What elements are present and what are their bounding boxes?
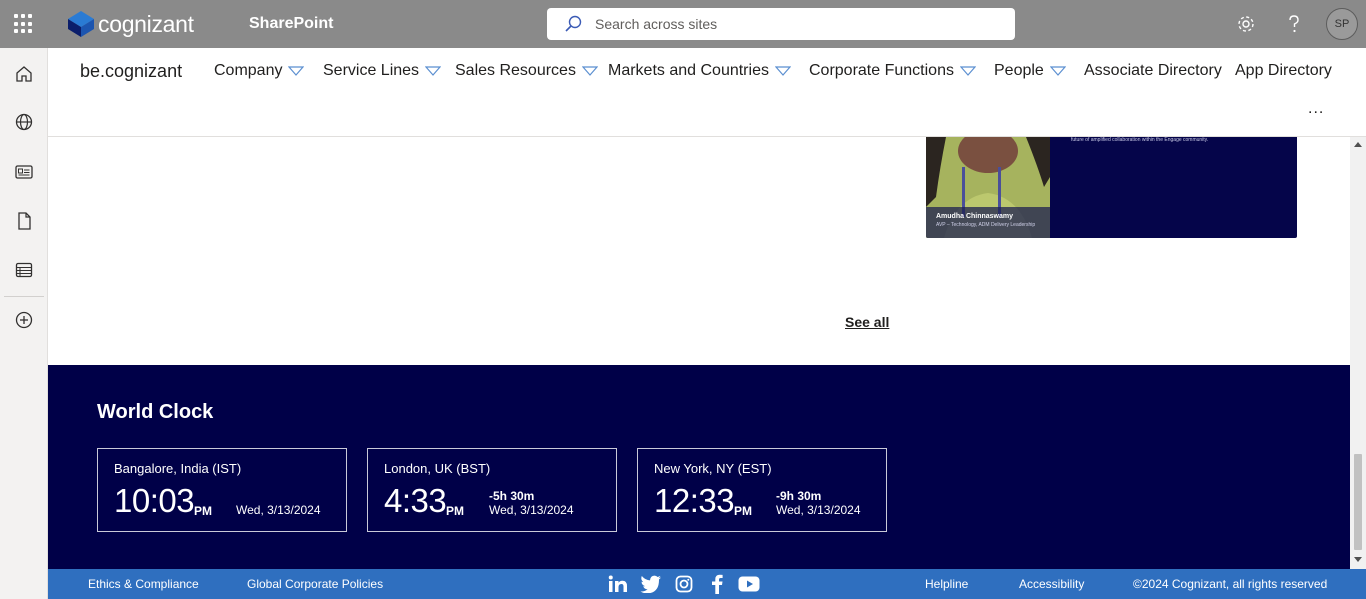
scroll-up-arrow-icon[interactable] (1354, 142, 1362, 147)
nav-item-label: Sales Resources (455, 62, 576, 79)
clock-time: 4:33 (384, 482, 447, 519)
nav-item-company[interactable]: Company (214, 62, 305, 80)
nav-item-label: Company (214, 62, 283, 79)
nav-item-label: Markets and Countries (608, 62, 769, 79)
avatar[interactable]: SP (1326, 8, 1358, 40)
left-app-bar (0, 48, 48, 599)
clock-ampm: PM (194, 504, 212, 518)
cognizant-logo[interactable]: cognizant (66, 9, 194, 39)
news-icon[interactable] (12, 160, 36, 184)
nav-item-associate-directory[interactable]: Associate Directory (1084, 62, 1222, 80)
suite-bar: cognizant SharePoint SP (0, 0, 1366, 48)
create-plus-icon[interactable] (12, 308, 36, 332)
person-name: Amudha Chinnaswamy (936, 213, 1014, 220)
nav-item-label: Service Lines (323, 62, 420, 79)
clock-ampm: PM (446, 504, 464, 518)
footer: Ethics & Compliance Global Corporate Pol… (48, 569, 1366, 599)
nav-item-service-lines[interactable]: Service Lines (323, 62, 442, 80)
facebook-icon[interactable] (706, 573, 728, 595)
chevron-down-icon (1049, 66, 1066, 76)
nav-item-label: People (994, 62, 1044, 79)
clock-city: New York, NY (EST) (654, 461, 772, 476)
nav-item-app-directory[interactable]: App Directory (1235, 62, 1332, 80)
rail-divider (4, 296, 44, 297)
copyright-text: ©2024 Cognizant, all rights reserved (1133, 577, 1328, 591)
app-launcher-icon[interactable] (14, 14, 34, 34)
globe-sites-icon[interactable] (12, 110, 36, 134)
world-clock-section: World Clock Bangalore, India (IST) 10:03… (48, 365, 1350, 569)
site-title[interactable]: be.cognizant (80, 61, 182, 82)
accessibility-link[interactable]: Accessibility (1019, 577, 1084, 591)
clock-card-bangalore: Bangalore, India (IST) 10:03 PM Wed, 3/1… (97, 448, 347, 532)
scroll-thumb[interactable] (1354, 454, 1362, 550)
nav-item-sales-resources[interactable]: Sales Resources (455, 62, 598, 80)
nav-item-label: App Directory (1235, 62, 1332, 79)
see-all-link[interactable]: See all (845, 314, 889, 330)
clock-time: 12:33 (654, 482, 735, 519)
chevron-down-icon (774, 66, 791, 76)
more-nav-button[interactable]: ... (1308, 100, 1324, 118)
chevron-down-icon (959, 66, 976, 76)
chevron-down-icon (425, 66, 442, 76)
clock-city: London, UK (BST) (384, 461, 491, 476)
chevron-down-icon (581, 66, 598, 76)
ethics-compliance-link[interactable]: Ethics & Compliance (88, 577, 199, 591)
app-name[interactable]: SharePoint (249, 15, 333, 33)
clock-card-london: London, UK (BST) 4:33 PM -5h 30m Wed, 3/… (367, 448, 617, 532)
clock-offset: -5h 30m (489, 489, 535, 503)
youtube-icon[interactable] (738, 573, 760, 595)
logo-text: cognizant (98, 10, 194, 37)
file-icon[interactable] (12, 209, 36, 233)
linkedin-icon[interactable] (607, 573, 629, 595)
clock-date: Wed, 3/13/2024 (236, 503, 321, 517)
scroll-down-arrow-icon[interactable] (1354, 557, 1362, 562)
instagram-icon[interactable] (673, 573, 695, 595)
page-content: Amudha Chinnaswamy AVP – Technology, ADM… (48, 137, 1350, 365)
clock-ampm: PM (734, 504, 752, 518)
clock-date: Wed, 3/13/2024 (776, 503, 861, 517)
clock-date: Wed, 3/13/2024 (489, 503, 574, 517)
search-box[interactable] (547, 8, 1015, 40)
vertical-scrollbar[interactable] (1350, 137, 1366, 569)
search-icon (565, 15, 582, 32)
help-icon[interactable] (1282, 12, 1306, 36)
nav-item-label: Associate Directory (1084, 62, 1222, 79)
search-input[interactable] (595, 16, 975, 32)
nav-item-markets-and-countries[interactable]: Markets and Countries (608, 62, 791, 80)
settings-gear-icon[interactable] (1234, 12, 1258, 36)
card-text: future of amplified collaboration within… (1071, 137, 1209, 143)
clock-time: 10:03 (114, 482, 195, 519)
home-icon[interactable] (12, 62, 36, 86)
hub-navigation: be.cognizant Company Service Lines Sales… (48, 48, 1366, 137)
news-card[interactable]: Amudha Chinnaswamy AVP – Technology, ADM… (926, 137, 1297, 238)
cognizant-logo-mark-icon (68, 11, 94, 37)
person-role: AVP – Technology, ADM Delivery Leadershi… (936, 222, 1036, 228)
clock-city: Bangalore, India (IST) (114, 461, 242, 476)
list-icon[interactable] (12, 258, 36, 282)
nav-item-corporate-functions[interactable]: Corporate Functions (809, 62, 976, 80)
world-clock-title: World Clock (97, 401, 214, 423)
nav-item-label: Corporate Functions (809, 62, 954, 79)
chevron-down-icon (288, 66, 305, 76)
clock-card-new-york: New York, NY (EST) 12:33 PM -9h 30m Wed,… (637, 448, 887, 532)
corporate-policies-link[interactable]: Global Corporate Policies (247, 577, 383, 591)
helpline-link[interactable]: Helpline (925, 577, 968, 591)
twitter-icon[interactable] (640, 573, 662, 595)
clock-offset: -9h 30m (776, 489, 822, 503)
nav-item-people[interactable]: People (994, 62, 1066, 80)
